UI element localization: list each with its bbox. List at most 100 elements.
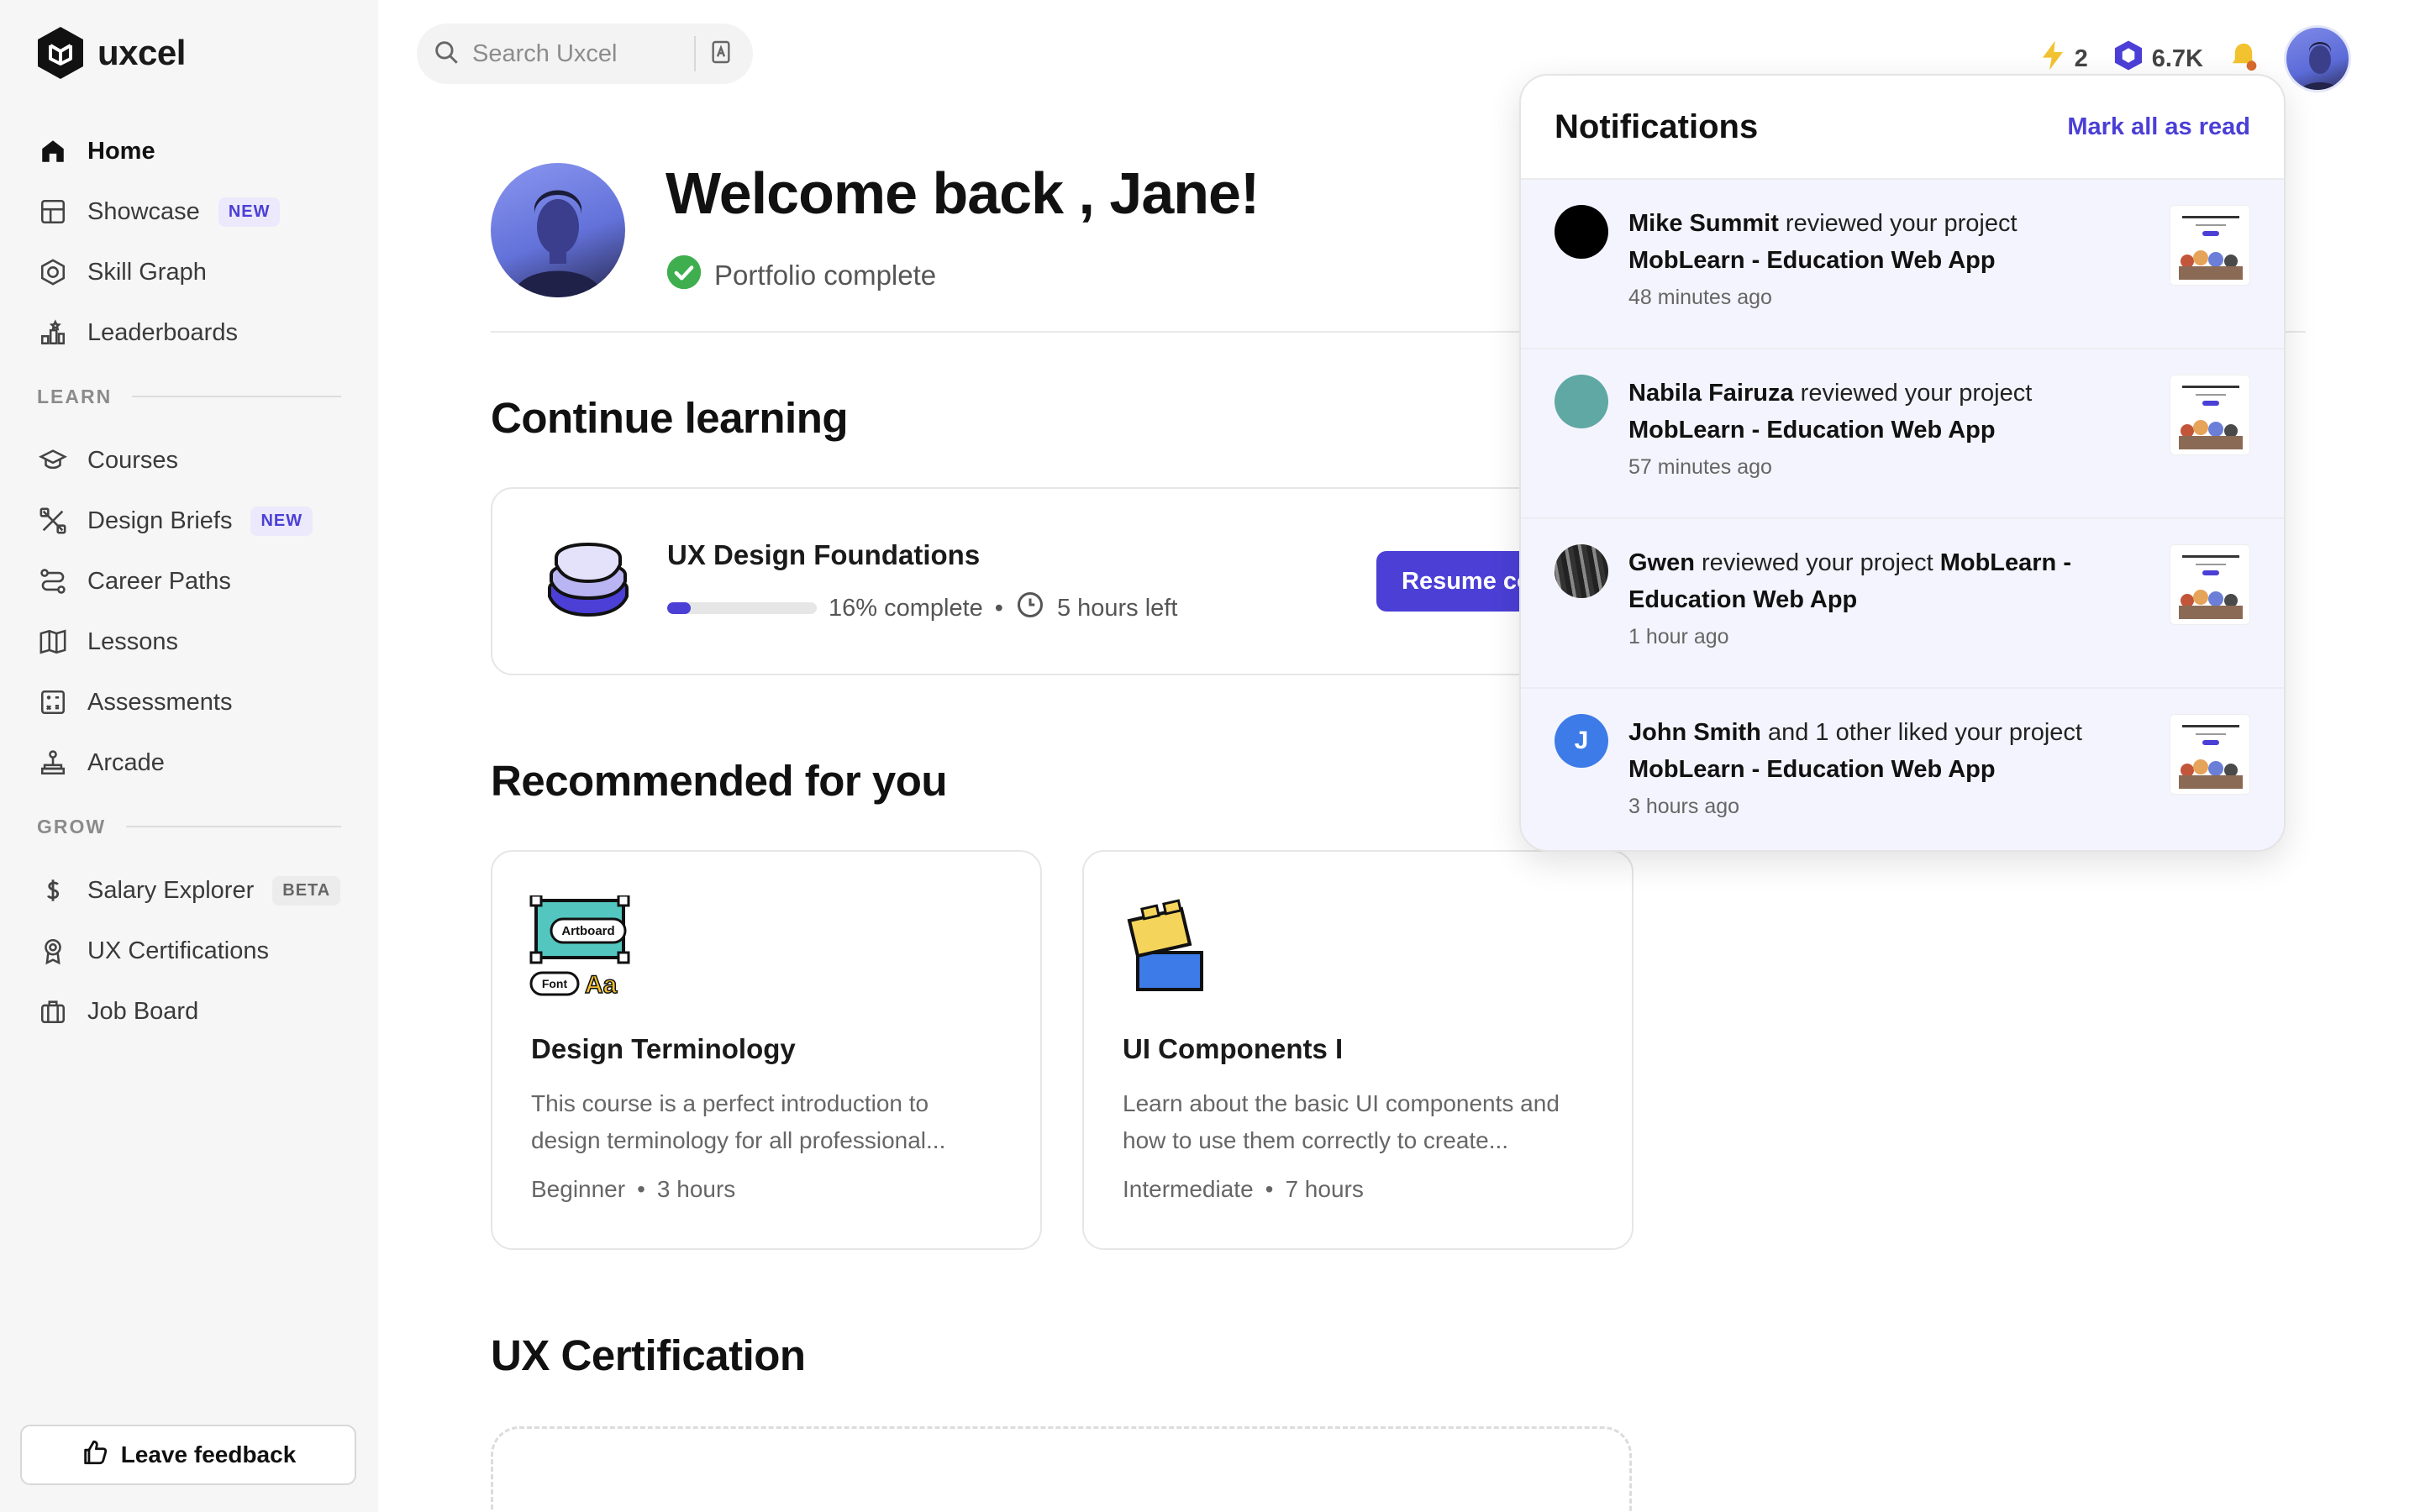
sidebar-item-ux-certifications[interactable]: UX Certifications (37, 921, 341, 981)
sidebar-item-design-briefs[interactable]: Design Briefs NEW (37, 491, 341, 551)
sidebar-item-lessons[interactable]: Lessons (37, 612, 341, 672)
search-bar[interactable]: Search Uxcel (417, 24, 753, 84)
sidebar-item-showcase[interactable]: Showcase NEW (37, 181, 341, 242)
notification-project[interactable]: MobLearn - Education Web App (1628, 417, 1996, 444)
card-description: This course is a perfect introduction to… (531, 1090, 946, 1153)
sidebar-item-skill-graph[interactable]: Skill Graph (37, 242, 341, 302)
notification-project[interactable]: MobLearn - Education Web App (1628, 247, 1996, 274)
showcase-icon (37, 196, 69, 228)
sidebar-item-label: Arcade (87, 748, 165, 776)
notification-actor: Nabila Fairuza (1628, 380, 1794, 407)
sidebar-item-label: Design Briefs (87, 507, 233, 534)
notification-item[interactable]: Mike Summit reviewed your project MobLea… (1521, 180, 2284, 349)
hexagon-points-icon (2113, 39, 2144, 78)
continue-learning-heading: Continue learning (491, 394, 849, 442)
sidebar-item-home[interactable]: Home (37, 121, 341, 181)
sidebar-item-leaderboards[interactable]: Leaderboards (37, 302, 341, 363)
profile-avatar[interactable] (491, 163, 625, 297)
streak-stat[interactable]: 2 (2039, 39, 2088, 78)
notifications-popover: Notifications Mark all as read Mike Summ… (1519, 74, 2286, 852)
points-count: 6.7K (2151, 45, 2203, 72)
notification-action: reviewed your project (1793, 380, 2033, 407)
sidebar-item-label: Skill Graph (87, 258, 207, 286)
notification-action: and 1 other liked your project (1760, 719, 2082, 746)
recommended-card-ui-components[interactable]: UI Components I Learn about the basic UI… (1082, 850, 1634, 1250)
notifications-title: Notifications (1555, 108, 1759, 145)
project-thumbnail[interactable] (2170, 375, 2250, 455)
notification-item[interactable]: Nabila Fairuza reviewed your project Mob… (1521, 349, 2284, 519)
check-circle-icon (666, 254, 702, 297)
sidebar-item-label: Job Board (87, 997, 199, 1025)
sidebar-item-label: Salary Explorer (87, 876, 255, 904)
portfolio-status: Portfolio complete (666, 254, 936, 297)
notification-actor: John Smith (1628, 719, 1761, 746)
project-thumbnail[interactable] (2170, 714, 2250, 795)
notification-text: Nabila Fairuza reviewed your project Mob… (1628, 375, 2124, 449)
sidebar-item-label: Assessments (87, 688, 233, 716)
sidebar-item-label: Career Paths (87, 567, 231, 595)
sidebar-item-assessments[interactable]: Assessments (37, 672, 341, 732)
sidebar: uxcel Home Showcase NEW Skill Graph Lead… (0, 0, 378, 1512)
lightning-icon (2039, 39, 2066, 78)
sidebar-item-label: Home (87, 137, 155, 165)
notification-action: reviewed your project (1694, 549, 1940, 576)
notification-avatar (1555, 375, 1608, 428)
joystick-icon (37, 747, 69, 779)
grow-section-heading: GROW (37, 793, 341, 860)
notification-actor: Mike Summit (1628, 210, 1779, 237)
translate-icon[interactable] (708, 39, 734, 70)
notification-avatar (1555, 544, 1608, 598)
bell-icon[interactable] (2228, 41, 2259, 77)
sidebar-nav: Home Showcase NEW Skill Graph Leaderboar… (37, 121, 341, 1042)
search-input[interactable]: Search Uxcel (472, 40, 682, 68)
streak-count: 2 (2074, 45, 2088, 72)
notification-item[interactable]: Gwen reviewed your project MobLearn - Ed… (1521, 519, 2284, 689)
design-briefs-icon (37, 505, 69, 537)
home-icon (37, 135, 69, 167)
notification-project[interactable]: MobLearn - Education Web App (1628, 756, 1996, 783)
sidebar-item-career-paths[interactable]: Career Paths (37, 551, 341, 612)
course-progress-fill (667, 602, 692, 614)
notification-time: 3 hours ago (1628, 795, 1740, 818)
sidebar-item-label: Showcase (87, 197, 200, 225)
sidebar-item-job-board[interactable]: Job Board (37, 981, 341, 1042)
card-title: UI Components I (1123, 1033, 1344, 1064)
user-avatar[interactable] (2284, 25, 2351, 92)
project-thumbnail[interactable] (2170, 205, 2250, 286)
card-meta: Beginner • 3 hours (531, 1176, 735, 1203)
new-badge: NEW (218, 197, 281, 227)
card-level: Beginner (531, 1176, 626, 1202)
layers-stack-icon (541, 533, 635, 631)
continue-course-card[interactable]: UX Design Foundations 16% complete • 5 h… (491, 487, 1667, 675)
font-label: Font (542, 977, 568, 990)
recommended-card-design-terminology[interactable]: Artboard Font Aa Design Terminology This… (491, 850, 1042, 1250)
sidebar-item-courses[interactable]: Courses (37, 430, 341, 491)
sidebar-item-salary-explorer[interactable]: Salary Explorer BETA (37, 860, 341, 921)
notification-avatar: J (1555, 714, 1608, 768)
mark-all-read-button[interactable]: Mark all as read (2067, 113, 2250, 141)
project-thumbnail[interactable] (2170, 544, 2250, 625)
leave-feedback-label: Leave feedback (120, 1441, 297, 1467)
clock-icon (1015, 590, 1045, 627)
thumbs-up-icon (81, 1438, 109, 1473)
logo[interactable]: uxcel (35, 25, 186, 81)
card-description: Learn about the basic UI components and … (1123, 1090, 1560, 1153)
skill-graph-icon (37, 256, 69, 288)
search-divider (694, 36, 696, 71)
book-icon (37, 626, 69, 658)
leaderboards-icon (37, 317, 69, 349)
leave-feedback-button[interactable]: Leave feedback (20, 1425, 356, 1485)
card-title: Design Terminology (531, 1033, 796, 1064)
sidebar-item-arcade[interactable]: Arcade (37, 732, 341, 793)
welcome-title: Welcome back , Jane! (666, 160, 1260, 226)
points-stat[interactable]: 6.7K (2113, 39, 2203, 78)
card-duration: 7 hours (1285, 1176, 1364, 1202)
progress-text: 16% complete (829, 594, 983, 622)
new-badge: NEW (250, 506, 313, 536)
notification-text: Mike Summit reviewed your project MobLea… (1628, 205, 2124, 279)
ux-certification-placeholder (491, 1426, 1632, 1512)
notification-time: 57 minutes ago (1628, 455, 1772, 479)
notification-text: Gwen reviewed your project MobLearn - Ed… (1628, 544, 2124, 618)
notification-item[interactable]: J John Smith and 1 other liked your proj… (1521, 689, 2284, 850)
notification-time: 48 minutes ago (1628, 286, 1772, 309)
